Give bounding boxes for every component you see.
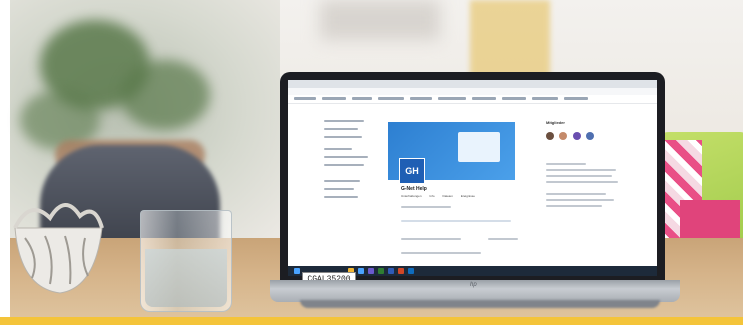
panel-line [546, 169, 616, 171]
avatar [559, 132, 568, 140]
bookmark-item [564, 97, 588, 100]
bookmark-item [438, 97, 466, 100]
group-logo: GH [399, 158, 425, 184]
bookmark-item [352, 97, 372, 100]
glass-water [145, 249, 227, 307]
members-label: Mitglieder [546, 120, 565, 125]
bookmark-item [502, 97, 526, 100]
panel-line [546, 199, 614, 201]
excel-icon [378, 268, 384, 274]
screen-right-panel: Mitglieder [546, 120, 651, 270]
fruit-bowl [13, 203, 104, 294]
panel-line [546, 193, 606, 195]
bookmarks-bar [288, 95, 657, 104]
browser-icon [358, 268, 364, 274]
group-title: G-Net Help [401, 186, 427, 192]
teams-icon [368, 268, 374, 274]
bottom-yellow-strip [0, 317, 743, 325]
left-white-band [0, 0, 10, 325]
avatar [586, 132, 595, 140]
bookmark-item [294, 97, 316, 100]
post-line [401, 206, 451, 208]
tab-label: Ereignisse [460, 194, 475, 198]
word-icon [388, 268, 394, 274]
bookmark-item [322, 97, 346, 100]
post-line [488, 238, 518, 240]
browser-tab-strip [288, 80, 657, 88]
water-glass [140, 210, 232, 312]
panel-line [546, 175, 612, 177]
bookmark-item [378, 97, 404, 100]
bookmark-item [472, 97, 496, 100]
screen-side-navigation [324, 120, 384, 240]
panel-line [546, 181, 618, 183]
background-light [320, 0, 440, 40]
panel-line [546, 163, 586, 165]
tab-label: Dateien [442, 194, 453, 198]
banner-illustration [458, 132, 500, 162]
panel-line [546, 205, 602, 207]
powerpoint-icon [398, 268, 404, 274]
plant-foliage [120, 60, 210, 130]
avatar [546, 132, 554, 140]
tab-label: Info [429, 194, 435, 198]
start-icon [294, 268, 300, 274]
laptop-front-edge [300, 300, 660, 308]
post-line [401, 252, 481, 254]
bookmark-item [532, 97, 558, 100]
laptop-screen: GH G-Net Help Unterhaltungen Info Dateie… [288, 80, 657, 276]
group-tabs: Unterhaltungen Info Dateien Ereignisse [401, 194, 475, 198]
outlook-icon [408, 268, 414, 274]
hp-logo: hp [470, 282, 477, 288]
post-line [401, 220, 511, 222]
bookmark-item [410, 97, 432, 100]
photo-scene: GH G-Net Help Unterhaltungen Info Dateie… [0, 0, 743, 325]
tab-label: Unterhaltungen [401, 194, 422, 198]
avatar [572, 132, 581, 140]
post-line [401, 238, 461, 240]
